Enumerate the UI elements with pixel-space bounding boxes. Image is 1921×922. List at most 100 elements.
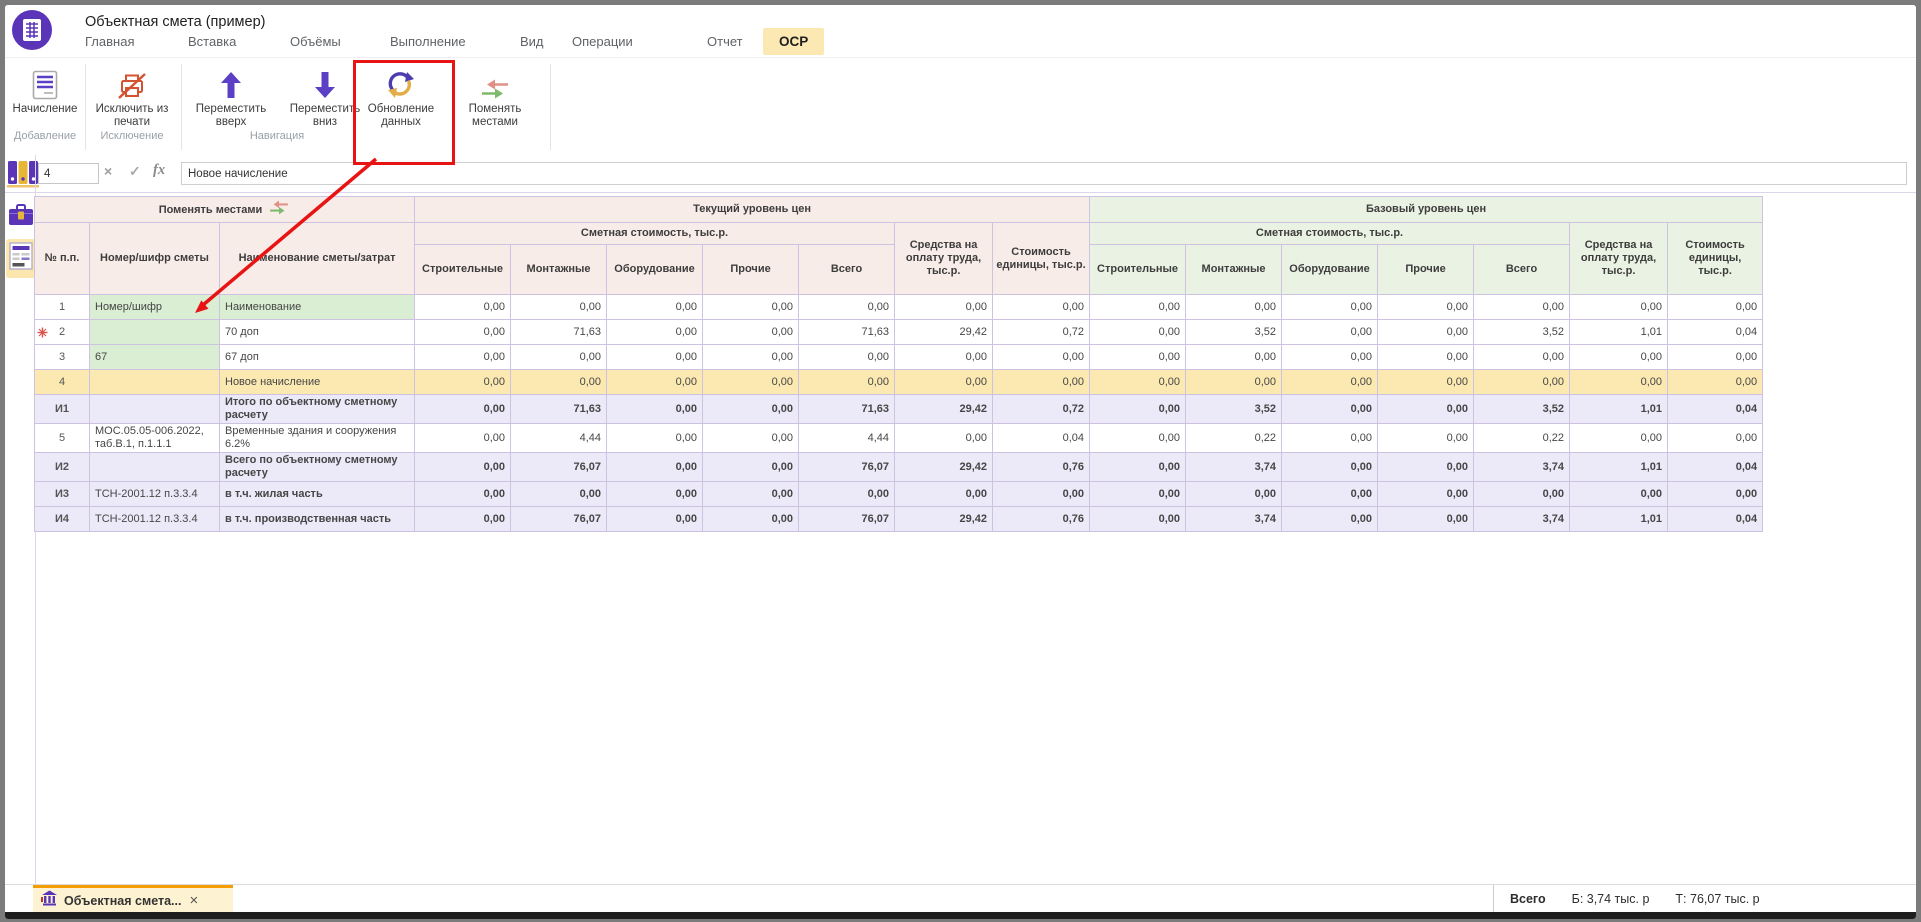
value-cell[interactable]: 0,00 xyxy=(1668,295,1763,320)
value-cell[interactable]: 0,00 xyxy=(703,482,799,507)
estimate-name-cell[interactable]: 70 доп xyxy=(220,320,415,345)
value-cell[interactable]: 0,00 xyxy=(607,453,703,482)
value-cell[interactable]: 0,00 xyxy=(703,395,799,424)
value-cell[interactable]: 3,52 xyxy=(1474,320,1570,345)
value-cell[interactable]: 0,00 xyxy=(703,453,799,482)
value-cell[interactable]: 0,00 xyxy=(1474,295,1570,320)
estimate-name-cell[interactable]: в т.ч. производственная часть xyxy=(220,507,415,532)
value-cell[interactable]: 0,00 xyxy=(511,370,607,395)
tab-vypolnenie[interactable]: Выполнение xyxy=(390,34,466,54)
value-cell[interactable]: 0,00 xyxy=(703,424,799,453)
value-cell[interactable]: 0,00 xyxy=(895,370,993,395)
value-cell[interactable]: 3,52 xyxy=(1474,395,1570,424)
value-cell[interactable]: 0,00 xyxy=(415,295,511,320)
value-cell[interactable]: 0,00 xyxy=(1090,370,1186,395)
value-cell[interactable]: 0,00 xyxy=(1090,507,1186,532)
value-cell[interactable]: 0,00 xyxy=(1668,482,1763,507)
value-cell[interactable]: 0,00 xyxy=(607,345,703,370)
value-cell[interactable]: 0,04 xyxy=(1668,507,1763,532)
value-cell[interactable]: 0,00 xyxy=(703,370,799,395)
value-cell[interactable]: 0,00 xyxy=(1282,295,1378,320)
value-cell[interactable]: 71,63 xyxy=(799,395,895,424)
estimate-code-cell[interactable]: ТСН-2001.12 п.3.3.4 xyxy=(90,507,220,532)
value-cell[interactable]: 0,00 xyxy=(607,370,703,395)
value-cell[interactable]: 4,44 xyxy=(511,424,607,453)
value-cell[interactable]: 76,07 xyxy=(511,507,607,532)
estimate-name-cell[interactable]: Временные здания и сооружения 6.2% xyxy=(220,424,415,453)
briefcase-icon[interactable] xyxy=(8,203,34,232)
value-cell[interactable]: 0,00 xyxy=(415,345,511,370)
value-cell[interactable]: 0,00 xyxy=(1282,370,1378,395)
value-cell[interactable]: 0,04 xyxy=(1668,320,1763,345)
value-cell[interactable]: 0,76 xyxy=(993,507,1090,532)
value-cell[interactable]: 0,00 xyxy=(703,345,799,370)
value-cell[interactable]: 0,00 xyxy=(511,482,607,507)
fx-function-icon[interactable]: fx xyxy=(153,162,165,179)
value-cell[interactable]: 0,00 xyxy=(993,345,1090,370)
value-cell[interactable]: 0,00 xyxy=(1090,395,1186,424)
value-cell[interactable]: 0,00 xyxy=(799,370,895,395)
estimate-code-cell[interactable] xyxy=(90,370,220,395)
cell-reference-input[interactable] xyxy=(38,163,99,184)
estimate-code-cell[interactable]: Номер/шифр xyxy=(90,295,220,320)
value-cell[interactable]: 76,07 xyxy=(799,507,895,532)
value-cell[interactable]: 0,00 xyxy=(1378,424,1474,453)
estimate-name-cell[interactable]: Новое начисление xyxy=(220,370,415,395)
value-cell[interactable]: 0,00 xyxy=(1282,453,1378,482)
estimate-code-cell[interactable] xyxy=(90,320,220,345)
tab-operacii[interactable]: Операции xyxy=(572,34,633,54)
value-cell[interactable]: 0,00 xyxy=(1090,295,1186,320)
value-cell[interactable]: 0,00 xyxy=(1090,424,1186,453)
value-cell[interactable]: 0,00 xyxy=(1282,320,1378,345)
estimate-name-cell[interactable]: Наименование xyxy=(220,295,415,320)
confirm-icon[interactable]: ✓ xyxy=(129,163,141,180)
row-number-cell[interactable]: 2 xyxy=(35,320,90,345)
value-cell[interactable]: 0,00 xyxy=(1378,295,1474,320)
value-cell[interactable]: 0,00 xyxy=(1668,424,1763,453)
value-cell[interactable]: 0,00 xyxy=(1570,482,1668,507)
value-cell[interactable]: 0,00 xyxy=(1186,295,1282,320)
value-cell[interactable]: 0,00 xyxy=(1570,345,1668,370)
estimate-code-cell[interactable]: МОС.05.05-006.2022, таб.В.1, п.1.1.1 xyxy=(90,424,220,453)
estimate-name-cell[interactable]: в т.ч. жилая часть xyxy=(220,482,415,507)
estimate-name-cell[interactable]: Итого по объектному сметному расчету xyxy=(220,395,415,424)
value-cell[interactable]: 0,00 xyxy=(1186,370,1282,395)
value-cell[interactable]: 1,01 xyxy=(1570,453,1668,482)
value-cell[interactable]: 3,52 xyxy=(1186,395,1282,424)
value-cell[interactable]: 0,04 xyxy=(993,424,1090,453)
value-cell[interactable]: 3,74 xyxy=(1474,453,1570,482)
row-number-cell[interactable]: 5 xyxy=(35,424,90,453)
value-cell[interactable]: 0,00 xyxy=(1282,395,1378,424)
value-cell[interactable]: 3,74 xyxy=(1186,453,1282,482)
value-cell[interactable]: 0,00 xyxy=(1570,295,1668,320)
value-cell[interactable]: 29,42 xyxy=(895,320,993,345)
estimate-sheet-icon[interactable] xyxy=(6,239,36,278)
value-cell[interactable]: 0,72 xyxy=(993,395,1090,424)
estimate-code-cell[interactable]: ТСН-2001.12 п.3.3.4 xyxy=(90,482,220,507)
value-cell[interactable]: 0,00 xyxy=(1090,345,1186,370)
value-cell[interactable]: 0,22 xyxy=(1186,424,1282,453)
value-cell[interactable]: 0,00 xyxy=(1282,345,1378,370)
tab-osr-active[interactable]: ОСР xyxy=(763,28,824,55)
value-cell[interactable]: 0,00 xyxy=(511,295,607,320)
value-cell[interactable]: 0,00 xyxy=(1474,345,1570,370)
value-cell[interactable]: 1,01 xyxy=(1570,507,1668,532)
value-cell[interactable]: 0,00 xyxy=(415,507,511,532)
value-cell[interactable]: 0,00 xyxy=(1378,395,1474,424)
value-cell[interactable]: 0,00 xyxy=(415,424,511,453)
value-cell[interactable]: 0,00 xyxy=(511,345,607,370)
value-cell[interactable]: 71,63 xyxy=(511,320,607,345)
row-number-cell[interactable]: 3 xyxy=(35,345,90,370)
row-number-cell[interactable]: И2 xyxy=(35,453,90,482)
value-cell[interactable]: 0,00 xyxy=(1282,482,1378,507)
row-number-cell[interactable]: И4 xyxy=(35,507,90,532)
value-cell[interactable]: 0,00 xyxy=(607,295,703,320)
value-cell[interactable]: 0,00 xyxy=(1378,453,1474,482)
estimate-name-cell[interactable]: 67 доп xyxy=(220,345,415,370)
value-cell[interactable]: 0,00 xyxy=(1186,345,1282,370)
value-cell[interactable]: 0,00 xyxy=(1474,370,1570,395)
value-cell[interactable]: 0,22 xyxy=(1474,424,1570,453)
value-cell[interactable]: 29,42 xyxy=(895,395,993,424)
value-cell[interactable]: 0,00 xyxy=(799,345,895,370)
value-cell[interactable]: 4,44 xyxy=(799,424,895,453)
